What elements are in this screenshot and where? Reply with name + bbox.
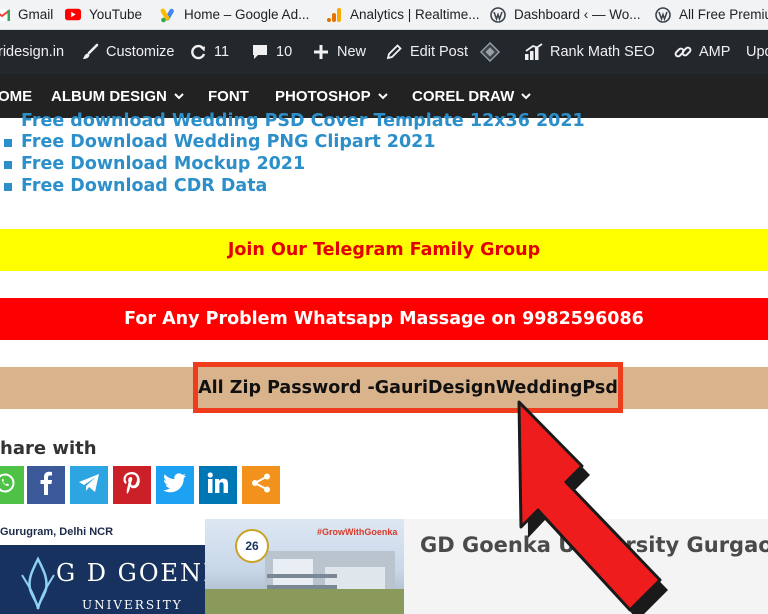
paintbrush-icon	[80, 42, 100, 62]
bookmark-google-ads[interactable]: Home – Google Ad...	[160, 0, 310, 29]
ad-university-word: UNIVERSITY	[82, 598, 183, 612]
admin-updates-trunc[interactable]: Upd	[746, 30, 768, 74]
admin-site-name[interactable]: ridesign.in	[0, 30, 64, 74]
wp-admin-bar: ridesign.in Customize 11 10 New Edit Pos…	[0, 30, 768, 74]
telegram-icon	[78, 473, 100, 497]
list-bullet	[4, 161, 12, 169]
share-facebook-button[interactable]	[27, 466, 65, 504]
diamond-icon	[480, 41, 500, 63]
whatsapp-icon	[0, 472, 16, 498]
university-logo-icon	[14, 555, 62, 611]
google-ads-icon	[160, 7, 176, 23]
admin-customize-label: Customize	[106, 44, 175, 60]
admin-updates-count: 11	[214, 44, 230, 60]
nav-photoshop-label: PHOTOSHOP	[275, 87, 371, 105]
download-link[interactable]: Free Download Mockup 2021	[21, 153, 305, 175]
share-icon	[250, 472, 272, 498]
admin-updates-trunc-label: Upd	[746, 44, 768, 60]
share-heading: hare with	[0, 438, 97, 459]
bookmark-label: Home – Google Ad...	[184, 7, 310, 22]
share-twitter-button[interactable]	[156, 466, 194, 504]
sponsored-card-title[interactable]: GD Goenka University Gurgao	[420, 533, 768, 557]
admin-rank-math-label: Rank Math SEO	[550, 44, 655, 60]
campus-photo: 26 #GrowWithGoenka	[205, 519, 404, 614]
nav-corel-draw-label: COREL DRAW	[412, 87, 515, 105]
rank-math-icon	[524, 42, 544, 62]
admin-rank-math[interactable]: Rank Math SEO	[524, 30, 655, 74]
admin-comments[interactable]: 10	[250, 30, 292, 74]
bookmark-label: Gmail	[18, 7, 54, 22]
bookmark-youtube[interactable]: YouTube	[65, 0, 143, 29]
wordpress-icon	[655, 6, 671, 23]
link-text: Free Download Wedding PNG Clipart 2021	[21, 132, 436, 152]
link-text: Free download Wedding PSD Cover Template…	[21, 111, 585, 131]
download-link[interactable]: Free Download CDR Data	[21, 175, 267, 197]
admin-updates[interactable]: 11	[188, 30, 229, 74]
bookmark-analytics[interactable]: Analytics | Realtime...	[326, 0, 480, 29]
admin-new-label: New	[337, 44, 367, 60]
admin-new[interactable]: New	[311, 30, 366, 74]
chevron-down-icon	[377, 92, 388, 100]
bookmark-label: Analytics | Realtime...	[350, 7, 480, 22]
pencil-icon	[384, 42, 404, 62]
link-icon	[673, 42, 693, 62]
admin-edit-post[interactable]: Edit Post	[384, 30, 468, 74]
comment-icon	[250, 42, 270, 62]
pinterest-icon	[122, 471, 142, 499]
bookmark-label: Dashboard ‹ — Wo...	[514, 7, 641, 22]
telegram-banner[interactable]: Join Our Telegram Family Group	[0, 229, 768, 271]
share-pinterest-button[interactable]	[113, 466, 151, 504]
download-link[interactable]: Free Download Wedding PNG Clipart 2021	[21, 131, 436, 153]
bookmarks-bar: Gmail YouTube Home – Google Ad... Analyt…	[0, 0, 768, 30]
download-link[interactable]: Free download Wedding PSD Cover Template…	[21, 110, 585, 132]
gd-goenka-ad[interactable]: Gurugram, Delhi NCR G D GOENKA UNIVERSIT…	[0, 519, 404, 614]
nav-font-label: FONT	[208, 87, 249, 105]
bookmark-label: YouTube	[89, 7, 143, 22]
nav-home-label: OME	[0, 87, 33, 105]
bookmark-label: All Free Premiu	[679, 7, 768, 22]
linkedin-icon	[207, 472, 229, 498]
bookmark-all-free-premium[interactable]: All Free Premiu	[655, 0, 768, 29]
admin-site-label: ridesign.in	[0, 44, 65, 60]
bookmark-dashboard[interactable]: Dashboard ‹ — Wo...	[490, 0, 641, 29]
telegram-banner-text: Join Our Telegram Family Group	[227, 240, 541, 260]
share-linkedin-button[interactable]	[199, 466, 237, 504]
admin-customize[interactable]: Customize	[80, 30, 175, 74]
zip-password-box: All Zip Password -GauriDesignWeddingPsd	[193, 362, 623, 413]
facebook-icon	[39, 471, 53, 499]
bookmark-gmail[interactable]: Gmail	[0, 0, 54, 29]
list-bullet	[4, 183, 12, 191]
plus-icon	[311, 42, 331, 62]
share-whatsapp-button[interactable]	[0, 466, 24, 504]
gmail-icon	[0, 7, 10, 23]
link-text: Free Download Mockup 2021	[21, 154, 306, 174]
admin-amp-label: AMP	[699, 44, 731, 60]
share-telegram-button[interactable]	[70, 466, 108, 504]
ad-hashtag: #GrowWithGoenka	[317, 527, 398, 537]
admin-amp[interactable]: AMP	[673, 30, 730, 74]
admin-edit-post-label: Edit Post	[410, 44, 469, 60]
nav-album-design-label: ALBUM DESIGN	[51, 87, 167, 105]
chevron-down-icon	[521, 92, 531, 100]
refresh-icon	[188, 42, 208, 62]
analytics-icon	[326, 7, 342, 23]
share-more-button[interactable]	[242, 466, 280, 504]
youtube-icon	[65, 7, 81, 23]
admin-diamond[interactable]	[480, 30, 506, 74]
chevron-down-icon	[174, 92, 184, 100]
anniversary-seal: 26	[235, 529, 269, 563]
zip-password-text: All Zip Password -GauriDesignWeddingPsd	[198, 377, 618, 398]
whatsapp-banner-text: For Any Problem Whatsapp Massage on 9982…	[124, 309, 644, 329]
link-text: Free Download CDR Data	[21, 176, 268, 196]
whatsapp-banner[interactable]: For Any Problem Whatsapp Massage on 9982…	[0, 298, 768, 340]
twitter-icon	[163, 473, 187, 497]
admin-comments-count: 10	[276, 44, 293, 60]
wordpress-icon	[490, 6, 506, 23]
list-bullet	[4, 139, 12, 147]
